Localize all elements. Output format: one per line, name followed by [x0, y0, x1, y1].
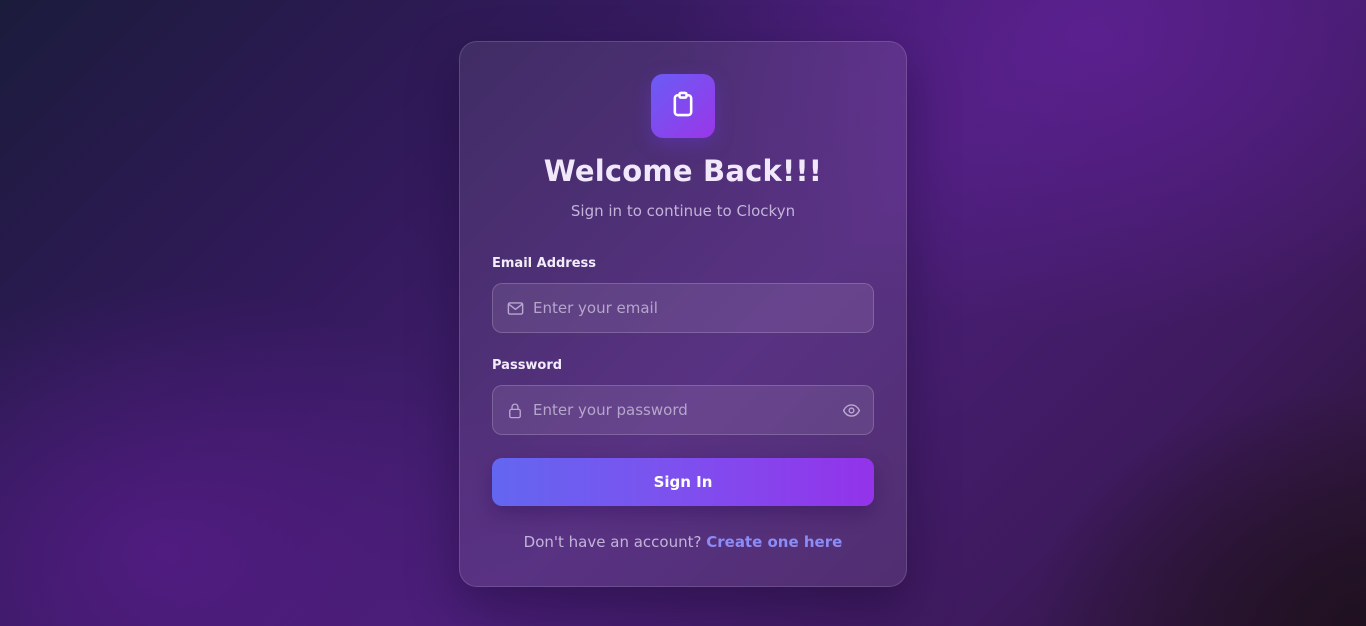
- password-field-container: [492, 385, 874, 435]
- app-logo: [651, 74, 715, 138]
- lock-icon: [505, 400, 525, 420]
- create-account-link[interactable]: Create one here: [706, 533, 842, 551]
- email-label: Email Address: [492, 256, 597, 271]
- email-field-container: [492, 283, 874, 333]
- password-input[interactable]: [533, 386, 840, 434]
- eye-icon[interactable]: [840, 399, 862, 421]
- signup-prompt: Don't have an account? Create one here: [460, 533, 906, 551]
- signup-prompt-text: Don't have an account?: [523, 533, 702, 551]
- password-label: Password: [492, 358, 563, 373]
- clipboard-icon: [669, 90, 697, 122]
- sign-in-button[interactable]: Sign In: [492, 458, 874, 506]
- email-input[interactable]: [533, 284, 873, 332]
- mail-icon: [505, 298, 525, 318]
- page-subtitle: Sign in to continue to Clockyn: [570, 202, 796, 220]
- page-title: Welcome Back!!!: [543, 154, 823, 188]
- login-card: Welcome Back!!! Sign in to continue to C…: [459, 41, 907, 587]
